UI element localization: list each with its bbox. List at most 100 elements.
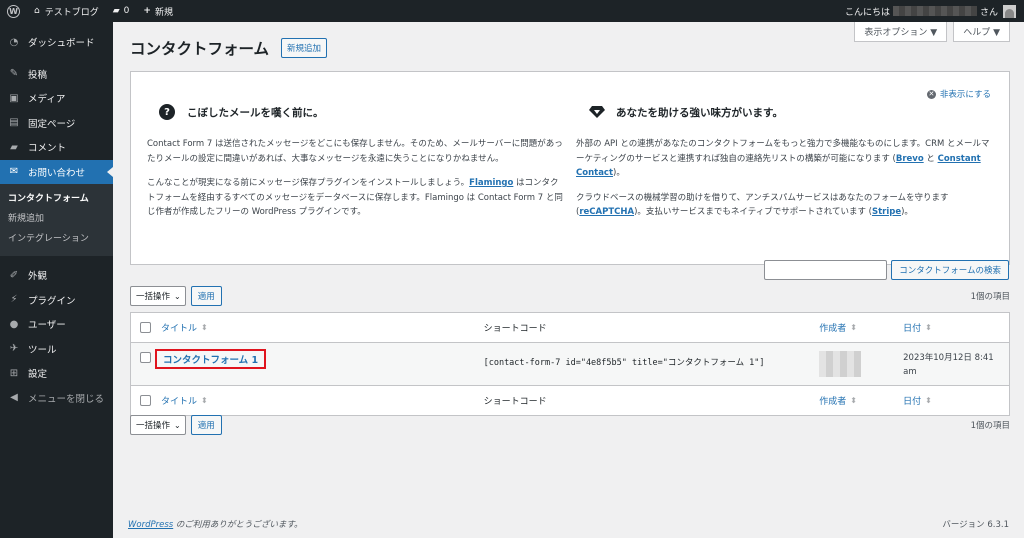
my-account[interactable]: こんにちは さん bbox=[844, 4, 1024, 18]
add-new-button[interactable]: 新規追加 bbox=[281, 38, 328, 58]
column-title-header[interactable]: タイトル ⬍ bbox=[161, 321, 484, 334]
dismiss-label: 非表示にする bbox=[939, 90, 991, 100]
items-count: 1個の項目 bbox=[970, 292, 1010, 302]
wordpress-logo-icon[interactable]: W bbox=[0, 0, 27, 22]
form-title-link[interactable]: コンタクトフォーム 1 bbox=[154, 349, 267, 369]
sidebar-item-appearance[interactable]: ✐ 外観 bbox=[0, 263, 113, 288]
sidebar-item-contact[interactable]: ✉ お問い合わせ bbox=[0, 159, 113, 184]
search-button[interactable]: コンタクトフォームの検索 bbox=[891, 260, 1009, 280]
wrench-icon: ✈ bbox=[9, 343, 19, 355]
select-all-checkbox[interactable] bbox=[131, 322, 161, 333]
contact-forms-table: タイトル ⬍ ショートコード 作成者 ⬍ 日付 ⬍ コンタクトフォーム 1 [cont… bbox=[130, 312, 1010, 416]
items-count: 1個の項目 bbox=[970, 421, 1010, 431]
screen-meta-links: 表示オプション ▼ ヘルプ ▼ bbox=[854, 22, 1010, 42]
search-box: コンタクトフォームの検索 bbox=[764, 260, 1009, 280]
date-line: am bbox=[903, 367, 917, 377]
comments-link[interactable]: ▰ 0 bbox=[106, 0, 137, 22]
screen-options-button[interactable]: 表示オプション ▼ bbox=[854, 22, 948, 42]
dismiss-link[interactable]: ✕ 非表示にする bbox=[926, 88, 991, 100]
sidebar-item-users[interactable]: ● ユーザー bbox=[0, 312, 113, 337]
close-icon: ✕ bbox=[926, 89, 936, 99]
sidebar-item-settings[interactable]: ⊞ 設定 bbox=[0, 361, 113, 386]
home-icon: ⌂ bbox=[34, 6, 40, 16]
text: )。 bbox=[901, 207, 913, 217]
submenu-item-integration[interactable]: インテグレーション bbox=[0, 229, 113, 249]
bulk-action-select[interactable]: 一括操作 ⌄ bbox=[130, 415, 186, 435]
column-date-header[interactable]: 日付 ⬍ bbox=[903, 321, 1009, 334]
sidebar-item-label: コメント bbox=[28, 143, 67, 155]
table-row: コンタクトフォーム 1 [contact-form-7 id="4e8f5b5"… bbox=[131, 343, 1009, 385]
main-content: 表示オプション ▼ ヘルプ ▼ コンタクトフォーム 新規追加 ✕ 非表示にする … bbox=[113, 22, 1024, 538]
column-date-footer[interactable]: 日付 ⬍ bbox=[903, 394, 1009, 407]
brush-icon: ✐ bbox=[9, 269, 19, 281]
column-title-footer[interactable]: タイトル ⬍ bbox=[161, 394, 484, 407]
sidebar-item-pages[interactable]: ▤ 固定ページ bbox=[0, 111, 113, 136]
text: )。 bbox=[613, 168, 625, 178]
user-icon: ● bbox=[9, 318, 19, 330]
column-label: 日付 bbox=[903, 397, 922, 407]
select-all-checkbox[interactable] bbox=[131, 395, 161, 406]
collapse-menu-label: メニューを閉じる bbox=[28, 393, 105, 405]
shortcode-cell[interactable]: [contact-form-7 id="4e8f5b5" title="コンタク… bbox=[484, 343, 820, 368]
page-icon: ▤ bbox=[9, 117, 19, 129]
pin-icon: ✎ bbox=[9, 68, 19, 80]
sidebar-item-label: プラグイン bbox=[28, 295, 76, 307]
text: こんなことが現実になる前にメッセージ保存プラグインをインストールしましょう。 bbox=[147, 178, 470, 188]
column-author-header[interactable]: 作成者 ⬍ bbox=[819, 321, 903, 334]
sort-icon: ⬍ bbox=[925, 396, 932, 405]
welcome-paragraph: クラウドベースの機械学習の助けを借りて、アンチスパムサービスはあなたのフォームを… bbox=[576, 191, 996, 220]
sidebar-item-label: メディア bbox=[28, 94, 66, 106]
column-label: 日付 bbox=[903, 324, 922, 334]
plus-icon: + bbox=[143, 6, 151, 16]
heading-text: こぼしたメールを嘆く前に。 bbox=[187, 106, 324, 119]
apply-button[interactable]: 適用 bbox=[190, 415, 222, 435]
comments-count: 0 bbox=[123, 6, 130, 16]
column-label: タイトル bbox=[160, 324, 197, 334]
welcome-heading-left: ? こぼしたメールを嘆く前に。 bbox=[159, 102, 567, 122]
flamingo-link[interactable]: Flamingo bbox=[469, 178, 513, 188]
sidebar-item-posts[interactable]: ✎ 投稿 bbox=[0, 62, 113, 87]
site-name-link[interactable]: ⌂ テストブログ bbox=[27, 0, 106, 22]
sidebar-item-tools[interactable]: ✈ ツール bbox=[0, 337, 113, 362]
column-label: タイトル bbox=[160, 397, 197, 407]
sidebar-item-comments[interactable]: ▰ コメント bbox=[0, 135, 113, 160]
admin-bar: W ⌂ テストブログ ▰ 0 + 新規 こんにちは さん bbox=[0, 0, 1024, 22]
table-header-row: タイトル ⬍ ショートコード 作成者 ⬍ 日付 ⬍ bbox=[131, 313, 1009, 343]
sidebar-item-plugins[interactable]: ⚡ プラグイン bbox=[0, 288, 113, 313]
author-cell bbox=[819, 343, 903, 377]
help-button[interactable]: ヘルプ ▼ bbox=[953, 22, 1010, 42]
sidebar-item-label: ツール bbox=[28, 344, 57, 356]
sidebar-item-media[interactable]: ▣ メディア bbox=[0, 86, 113, 111]
brevo-link[interactable]: Brevo bbox=[896, 154, 924, 164]
question-icon: ? bbox=[159, 104, 175, 120]
sidebar-item-label: 投稿 bbox=[28, 69, 48, 81]
username-blurred bbox=[892, 6, 977, 16]
collapse-arrow-icon: ◀ bbox=[10, 392, 18, 404]
column-label: 作成者 bbox=[819, 324, 847, 334]
recaptcha-link[interactable]: reCAPTCHA bbox=[579, 207, 634, 217]
apply-button[interactable]: 適用 bbox=[190, 286, 222, 306]
author-blurred bbox=[819, 351, 862, 377]
sidebar-item-label: お問い合わせ bbox=[28, 167, 86, 179]
heading-text: あなたを助ける強い味方がいます。 bbox=[616, 106, 783, 119]
settings-icon: ⊞ bbox=[9, 367, 19, 379]
date-cell: 2023年10月12日 8:41 am bbox=[903, 343, 1009, 379]
column-author-footer[interactable]: 作成者 ⬍ bbox=[819, 394, 903, 407]
stripe-link[interactable]: Stripe bbox=[872, 207, 901, 217]
welcome-column-right: あなたを助ける強い味方がいます。 外部の API との連携があなたのコンタクトフ… bbox=[576, 102, 996, 220]
column-shortcode-header: ショートコード bbox=[483, 324, 547, 334]
bulk-action-select[interactable]: 一括操作 ⌄ bbox=[130, 286, 186, 306]
comment-icon: ▰ bbox=[10, 141, 18, 153]
sort-icon: ⬍ bbox=[850, 396, 857, 405]
new-content-link[interactable]: + 新規 bbox=[136, 0, 180, 22]
sidebar-item-dashboard[interactable]: ◔ ダッシュボード bbox=[0, 30, 113, 55]
bulk-action-label: 一括操作 bbox=[136, 421, 171, 431]
media-icon: ▣ bbox=[9, 92, 19, 104]
submenu-item-contact-forms[interactable]: コンタクトフォーム bbox=[0, 189, 113, 209]
search-input[interactable] bbox=[764, 260, 888, 280]
submenu-item-add-new[interactable]: 新規追加 bbox=[0, 209, 113, 229]
wordpress-link[interactable]: WordPress bbox=[128, 520, 173, 530]
greeting: こんにちは bbox=[844, 7, 890, 18]
collapse-menu-button[interactable]: ◀ メニューを閉じる bbox=[0, 386, 113, 411]
page-title: コンタクトフォーム bbox=[130, 40, 270, 58]
